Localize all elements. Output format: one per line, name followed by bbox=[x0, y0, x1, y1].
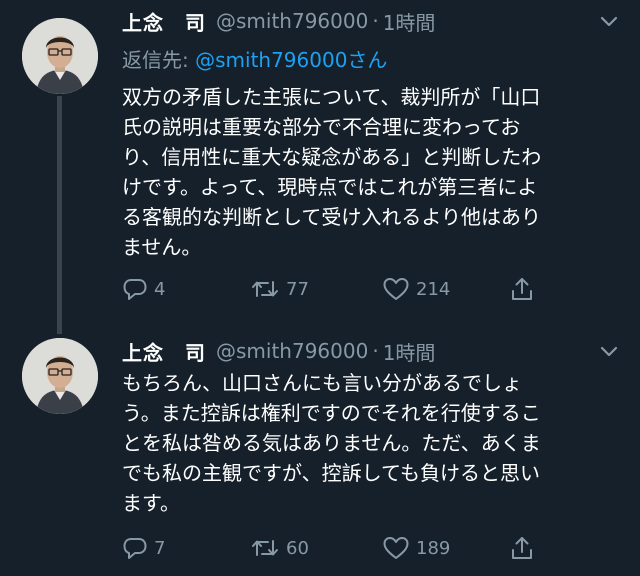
retweet-icon bbox=[252, 540, 278, 556]
reply-to-label: 返信先: bbox=[122, 48, 196, 72]
reply-button[interactable]: 4 bbox=[122, 274, 165, 304]
avatar[interactable] bbox=[22, 18, 98, 94]
separator-dot: · bbox=[372, 339, 379, 363]
heart-icon bbox=[383, 278, 409, 300]
chevron-down-icon[interactable] bbox=[598, 340, 620, 362]
display-name[interactable]: 上念 司 bbox=[122, 337, 206, 366]
tweet-text: 双方の矛盾した主張について、裁判所が「山口 氏の説明は重要な部分で不合理に変わっ… bbox=[122, 85, 542, 259]
like-button[interactable]: 214 bbox=[382, 274, 450, 304]
retweet-count: 77 bbox=[286, 278, 309, 300]
tweet[interactable]: 上念 司 @smith796000 · 1時間 もちろん、山口さんにも言い分があ… bbox=[0, 330, 640, 576]
timestamp[interactable]: 1時間 bbox=[383, 337, 436, 366]
user-handle[interactable]: @smith796000 bbox=[216, 339, 368, 363]
retweet-button[interactable]: 77 bbox=[250, 274, 309, 304]
user-handle[interactable]: @smith796000 bbox=[216, 9, 368, 33]
avatar-image bbox=[22, 18, 98, 94]
tweet-header: 上念 司 @smith796000 · 1時間 bbox=[122, 336, 435, 366]
like-count: 214 bbox=[416, 278, 451, 300]
share-icon bbox=[512, 537, 532, 559]
retweet-icon bbox=[252, 281, 278, 297]
reply-count: 4 bbox=[154, 278, 166, 300]
share-button[interactable] bbox=[509, 533, 535, 563]
reply-icon bbox=[123, 538, 147, 559]
like-button[interactable]: 189 bbox=[382, 533, 450, 563]
reply-icon bbox=[123, 279, 147, 300]
separator-dot: · bbox=[372, 9, 379, 33]
retweet-count: 60 bbox=[286, 537, 309, 559]
share-button[interactable] bbox=[509, 274, 535, 304]
tweet-header: 上念 司 @smith796000 · 1時間 bbox=[122, 6, 435, 36]
share-icon bbox=[512, 278, 532, 300]
heart-icon bbox=[383, 537, 409, 559]
avatar[interactable] bbox=[22, 338, 98, 414]
tweet[interactable]: 上念 司 @smith796000 · 1時間 返信先: @smith79600… bbox=[0, 0, 640, 334]
timestamp[interactable]: 1時間 bbox=[383, 7, 436, 36]
tweet-actions: 4 77 214 bbox=[122, 274, 622, 304]
reply-button[interactable]: 7 bbox=[122, 533, 165, 563]
avatar-image bbox=[22, 338, 98, 414]
tweet-text: もちろん、山口さんにも言い分があるでしょ う。また控訴は権利ですのでそれを行使す… bbox=[122, 371, 541, 515]
thread-connector-line bbox=[57, 96, 62, 334]
like-count: 189 bbox=[416, 537, 451, 559]
tweet-actions: 7 60 189 bbox=[122, 533, 622, 563]
chevron-down-icon[interactable] bbox=[598, 10, 620, 32]
retweet-button[interactable]: 60 bbox=[250, 533, 309, 563]
display-name[interactable]: 上念 司 bbox=[122, 7, 206, 36]
reply-to-line: 返信先: @smith796000さん bbox=[122, 44, 387, 73]
reply-to-mention[interactable]: @smith796000さん bbox=[195, 48, 387, 72]
reply-count: 7 bbox=[154, 537, 166, 559]
